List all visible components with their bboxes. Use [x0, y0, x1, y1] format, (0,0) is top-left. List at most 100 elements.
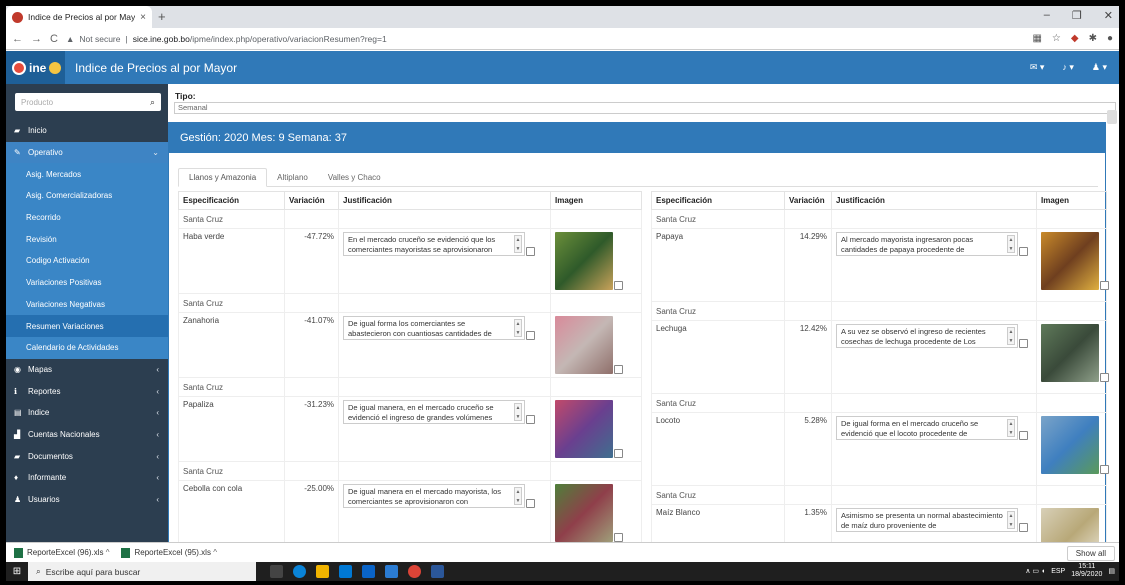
user-icon[interactable]: ♟ ▾	[1092, 62, 1107, 73]
star-icon[interactable]: ☆	[1052, 33, 1061, 44]
profile-icon[interactable]: ●	[1107, 33, 1113, 44]
justification-textarea[interactable]: En el mercado cruceño se evidenció que l…	[343, 232, 525, 256]
product-photo[interactable]	[1041, 232, 1099, 290]
sidebar-item-revisión[interactable]: Revisión	[6, 228, 168, 251]
sidebar-item-variaciones-negativas[interactable]: Variaciones Negativas	[6, 293, 168, 316]
justification-textarea[interactable]: De igual manera en el mercado mayorista,…	[343, 484, 525, 508]
textarea-scroll-icon[interactable]: ▲ ▼	[514, 487, 522, 505]
tab-region-2[interactable]: Valles y Chaco	[318, 168, 391, 187]
chrome-icon[interactable]	[408, 565, 421, 578]
justification-checkbox[interactable]	[526, 247, 535, 256]
textarea-scroll-icon[interactable]: ▲ ▼	[1007, 327, 1015, 345]
justification-textarea[interactable]: De igual forma en el mercado cruceño se …	[836, 416, 1018, 440]
sidebar-item-reportes[interactable]: ℹ Reportes ‹	[6, 380, 168, 402]
justification-checkbox[interactable]	[526, 331, 535, 340]
tab-region-0[interactable]: Llanos y Amazonia	[178, 168, 268, 187]
translate-icon[interactable]: ▦	[1032, 33, 1041, 44]
bell-icon[interactable]: ♪ ▾	[1062, 62, 1074, 73]
image-checkbox[interactable]	[1100, 373, 1109, 382]
ine-logo[interactable]: ine	[6, 51, 65, 84]
sidebar-item-cuentas-nacionales[interactable]: ▟ Cuentas Nacionales ‹	[6, 424, 168, 446]
puzzle-icon[interactable]: ✱	[1089, 33, 1097, 44]
windows-start-icon[interactable]: ⊞	[6, 562, 28, 581]
tab-region-1[interactable]: Altiplano	[267, 168, 318, 187]
textarea-scroll-icon[interactable]: ▲ ▼	[1007, 419, 1015, 437]
image-checkbox[interactable]	[1100, 281, 1109, 290]
shield-icon[interactable]: ◆	[1071, 33, 1079, 44]
tipo-select[interactable]: Semanal	[174, 102, 1116, 114]
tray-icons[interactable]: ∧ ▭ ◖	[1025, 567, 1045, 575]
download-menu-icon[interactable]: ^	[106, 548, 110, 557]
sidebar-item-usuarios[interactable]: ♟ Usuarios ‹	[6, 489, 168, 511]
sidebar-item-calendario-de-actividades[interactable]: Calendario de Actividades	[6, 336, 168, 359]
image-checkbox[interactable]	[1100, 465, 1109, 474]
image-checkbox[interactable]	[614, 449, 623, 458]
notifications-icon[interactable]: ▤	[1108, 567, 1115, 575]
justification-checkbox[interactable]	[1019, 247, 1028, 256]
minimize-icon[interactable]: –	[1044, 9, 1050, 22]
product-photo[interactable]	[555, 232, 613, 290]
textarea-scroll-icon[interactable]: ▲ ▼	[1007, 235, 1015, 253]
sidebar-item-mapas[interactable]: ◉ Mapas ‹	[6, 359, 168, 381]
justification-textarea[interactable]: Al mercado mayorista ingresaron pocas ca…	[836, 232, 1018, 256]
justification-textarea[interactable]: De igual forma los comerciantes se abast…	[343, 316, 525, 340]
product-photo[interactable]	[1041, 416, 1099, 474]
sidebar-item-operativo[interactable]: ✎ Operativo ⌄	[6, 141, 168, 164]
download-item[interactable]: ReporteExcel (95).xls ^	[121, 547, 217, 558]
image-checkbox[interactable]	[614, 533, 623, 542]
sidebar-item-resumen-variaciones[interactable]: Resumen Variaciones	[6, 315, 168, 337]
product-photo[interactable]	[555, 400, 613, 458]
textarea-scroll-icon[interactable]: ▲ ▼	[1007, 511, 1015, 529]
mail-icon[interactable]: ✉ ▾	[1030, 62, 1045, 73]
language-indicator[interactable]: ESP	[1051, 568, 1065, 575]
sidebar-item-indice[interactable]: ▤ Indice ‹	[6, 402, 168, 424]
reload-icon[interactable]: C	[50, 33, 58, 45]
textarea-scroll-icon[interactable]: ▲ ▼	[514, 235, 522, 253]
download-item[interactable]: ReporteExcel (96).xls ^	[14, 547, 110, 558]
justification-checkbox[interactable]	[526, 499, 535, 508]
people-app-icon[interactable]	[385, 565, 398, 578]
back-icon[interactable]: ←	[12, 33, 23, 45]
page-scrollbar[interactable]	[1107, 110, 1117, 124]
justification-textarea[interactable]: Asimismo se presenta un normal abastecim…	[836, 508, 1018, 532]
justification-textarea[interactable]: A su vez se observó el ingreso de recien…	[836, 324, 1018, 348]
image-checkbox[interactable]	[614, 281, 623, 290]
url-field[interactable]: ▲ Not secure | sice.ine.gob.bo/ipme/inde…	[66, 34, 1024, 44]
clock[interactable]: 15:11 18/9/2020	[1071, 563, 1102, 579]
sidebar-item-inicio[interactable]: ▰ Inicio	[6, 120, 168, 142]
product-search-input[interactable]	[21, 97, 150, 107]
sidebar-item-asig-mercados[interactable]: Asig. Mercados	[6, 163, 168, 186]
maximize-icon[interactable]: ❐	[1072, 9, 1082, 22]
sidebar-item-documentos[interactable]: ▰ Documentos ‹	[6, 445, 168, 467]
sidebar-item-codigo-activación[interactable]: Codigo Activación	[6, 250, 168, 272]
close-window-icon[interactable]: ✕	[1104, 9, 1113, 22]
sidebar-item-variaciones-positivas[interactable]: Variaciones Positivas	[6, 271, 168, 294]
edge-icon[interactable]	[293, 565, 306, 578]
sidebar-item-recorrido[interactable]: Recorrido	[6, 206, 168, 229]
store-icon[interactable]	[339, 565, 352, 578]
show-all-button[interactable]: Show all	[1066, 546, 1115, 561]
justification-checkbox[interactable]	[1019, 431, 1028, 440]
sidebar-item-asig-comercializadoras[interactable]: Asig. Comercializadoras	[6, 185, 168, 207]
word-icon[interactable]	[431, 565, 444, 578]
justification-checkbox[interactable]	[1019, 523, 1028, 532]
download-menu-icon[interactable]: ^	[213, 548, 217, 557]
browser-tab[interactable]: Indice de Precios al por Mayor ×	[6, 6, 152, 28]
product-photo[interactable]	[555, 316, 613, 374]
image-checkbox[interactable]	[614, 365, 623, 374]
justification-textarea[interactable]: De igual manera, en el mercado cruceño s…	[343, 400, 525, 424]
search-icon[interactable]: ⌕	[150, 97, 155, 108]
textarea-scroll-icon[interactable]: ▲ ▼	[514, 403, 522, 421]
sidebar-item-informante[interactable]: ♦ Informante ‹	[6, 467, 168, 489]
tab-close-icon[interactable]: ×	[140, 12, 146, 23]
file-explorer-icon[interactable]	[316, 565, 329, 578]
justification-checkbox[interactable]	[1019, 339, 1028, 348]
product-photo[interactable]	[1041, 324, 1099, 382]
product-photo[interactable]	[555, 484, 613, 542]
forward-icon[interactable]: →	[31, 33, 42, 45]
textarea-scroll-icon[interactable]: ▲ ▼	[514, 319, 522, 337]
task-view-icon[interactable]	[270, 565, 283, 578]
taskbar-search[interactable]: ⌕ Escribe aquí para buscar	[28, 562, 256, 581]
new-tab-button[interactable]: +	[158, 9, 166, 24]
mail-app-icon[interactable]	[362, 565, 375, 578]
